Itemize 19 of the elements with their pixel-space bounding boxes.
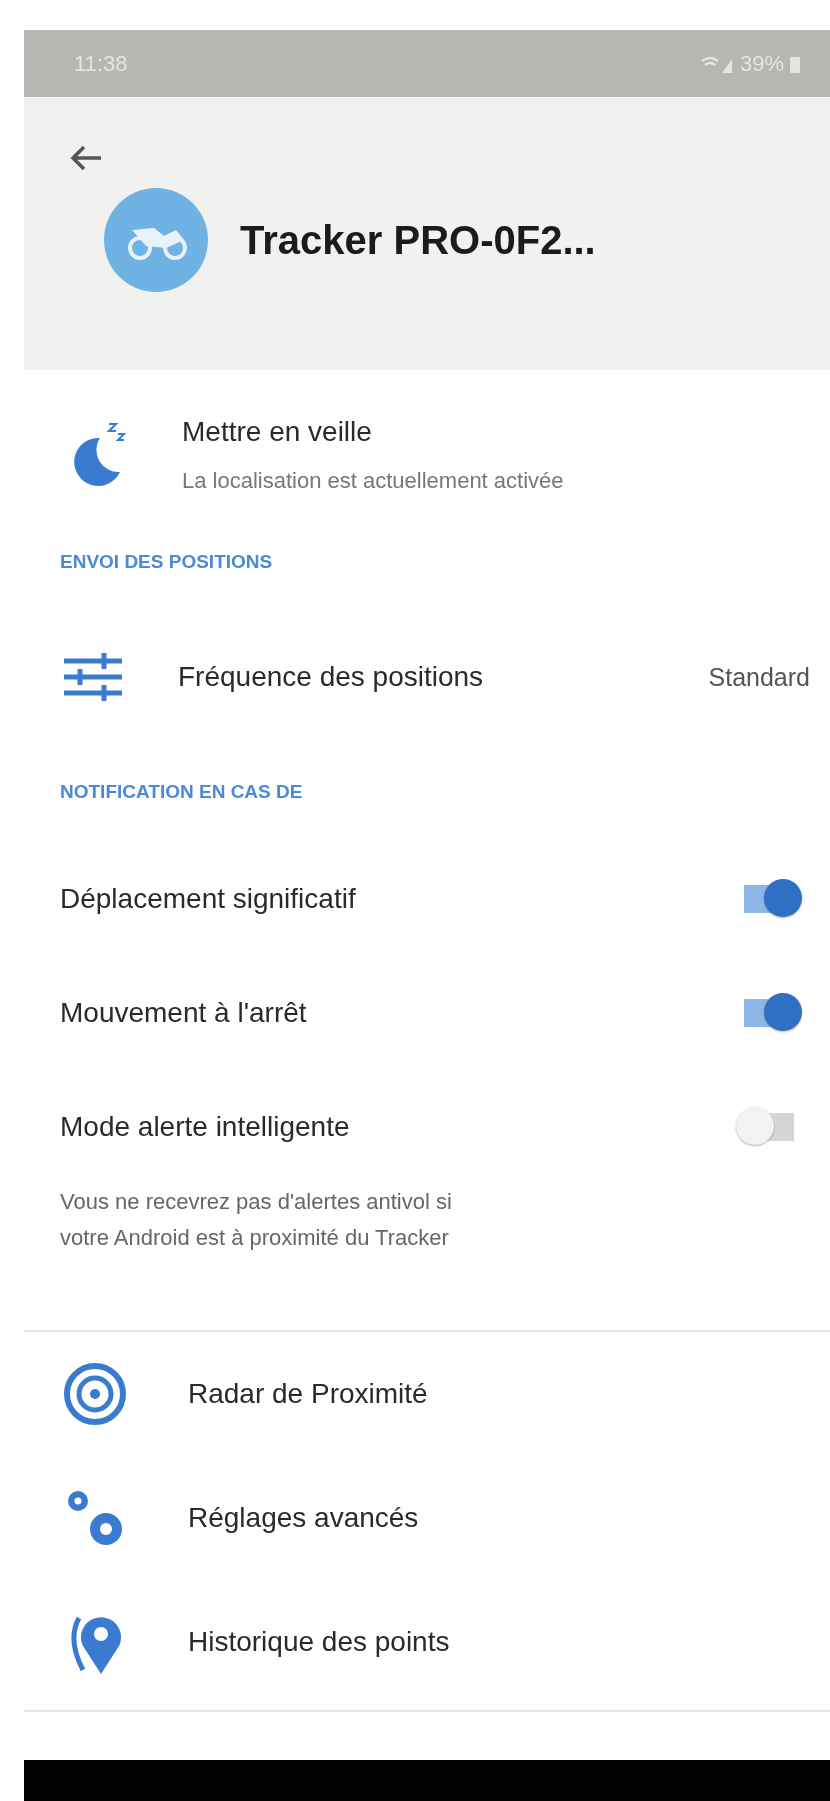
- battery-icon: [790, 54, 800, 73]
- signal-icon: [699, 54, 734, 73]
- sleep-title[interactable]: Mettre en veille: [182, 416, 564, 448]
- frequency-label[interactable]: Fréquence des positions: [178, 661, 657, 693]
- toggle-label: Mouvement à l'arrêt: [60, 997, 308, 1029]
- radar-icon: [63, 1362, 127, 1426]
- menu-item[interactable]: Réglages avancés: [188, 1502, 419, 1534]
- motorcycle-avatar-icon: [102, 186, 210, 294]
- frequency-value: Standard: [708, 662, 810, 692]
- menu-item[interactable]: Radar de Proximité: [188, 1378, 428, 1410]
- back-arrow-icon[interactable]: [69, 144, 103, 172]
- toggle-label: Mode alerte intelligente: [60, 1111, 351, 1143]
- device-title: Tracker PRO-0F2...: [240, 217, 596, 263]
- sleep-subtitle: La localisation est actuellement activée: [182, 468, 564, 494]
- toggle-label: Déplacement significatif: [60, 883, 357, 915]
- menu-item[interactable]: Historique des points: [188, 1626, 450, 1658]
- section-heading: ENVOI DES POSITIONS: [59, 550, 274, 574]
- toggle-note: Vous ne recevrez pas d'alertes antivol si votre Android est à proximité du Tracker: [60, 1188, 453, 1252]
- section-heading: NOTIFICATION EN CAS DE: [59, 780, 304, 804]
